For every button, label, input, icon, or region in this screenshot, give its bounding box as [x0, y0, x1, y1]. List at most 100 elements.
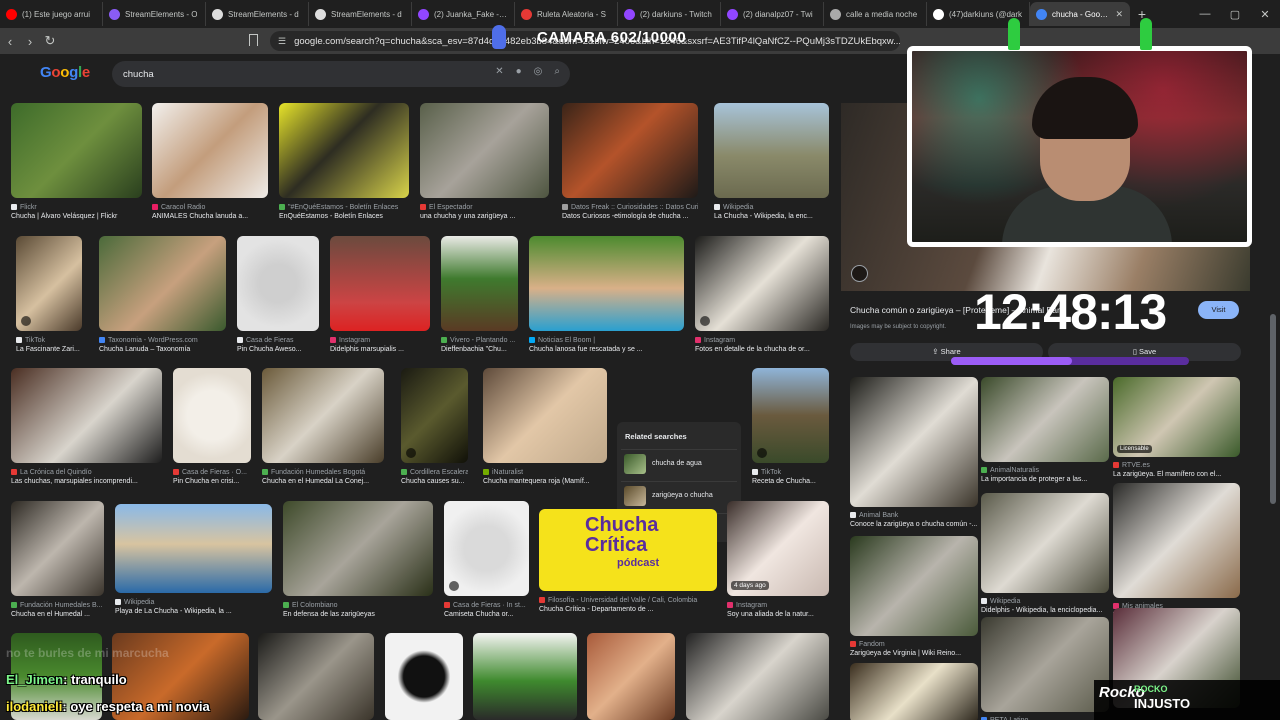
result-source[interactable]: Datos Freak :: Curiosidades :: Datos Cur… [562, 203, 698, 212]
result-title[interactable]: La importancia de proteger a las... [981, 475, 1109, 484]
image-result-caption[interactable]: Casa de Fieras · In st... Camiseta Chucha… [444, 601, 529, 619]
google-logo[interactable]: Google [40, 64, 90, 81]
image-result-caption[interactable]: Wikipedia La Chucha - Wikipedia, la enc..… [714, 203, 829, 221]
browser-tab[interactable]: StreamElements - d [206, 2, 309, 26]
result-source[interactable]: Animal Bank [850, 511, 978, 520]
related-image-thumbnail[interactable] [850, 536, 978, 636]
image-result-caption[interactable]: Fundación Humedales B... Chucha en el Hum… [11, 601, 104, 619]
image-result-caption[interactable]: Vivero - Plantando ... Dieffenbachia "Chu… [441, 336, 518, 354]
back-arrow-icon[interactable]: ‹ [0, 34, 20, 49]
result-source[interactable]: Filosofía - Universidad del Valle / Cali… [539, 596, 717, 605]
related-image-caption[interactable]: Animal Bank Conoce la zarigüeya o chucha … [850, 511, 978, 529]
image-result-thumbnail[interactable] [237, 236, 319, 331]
related-image-caption[interactable]: Fandom Zarigüeya de Virginia | Wiki Reino… [850, 640, 978, 658]
result-source[interactable]: AnimalNaturalis [981, 466, 1109, 475]
related-image-thumbnail[interactable]: Licensable [1113, 377, 1240, 457]
image-result-thumbnail[interactable] [562, 103, 698, 198]
image-result-caption[interactable]: Filosofía - Universidad del Valle / Cali… [539, 596, 717, 614]
image-result-caption[interactable]: Cordillera Escalera Chucha causes su... [401, 468, 468, 486]
result-title[interactable]: EnQuéEstamos - Boletín Enlaces [279, 212, 409, 221]
result-source[interactable]: "#EnQuéEstamos - Boletín Enlaces [279, 203, 409, 212]
result-source[interactable]: El Colombiano [283, 601, 433, 610]
related-image-caption[interactable]: PETA Latino [981, 716, 1109, 720]
result-source[interactable]: La Crónica del Quindío [11, 468, 162, 477]
result-source[interactable]: Noticias El Boom | [529, 336, 684, 345]
browser-tab[interactable]: (2) dianalpz07 - Twi [721, 2, 824, 26]
browser-tab[interactable]: calle a media noche [824, 2, 927, 26]
result-title[interactable]: Playa de La Chucha - Wikipedia, la ... [115, 607, 272, 616]
result-source[interactable]: Instagram [727, 601, 829, 610]
image-result-thumbnail[interactable] [695, 236, 829, 331]
related-image-thumbnail[interactable] [850, 377, 978, 507]
search-box[interactable]: chucha ✕ ● ◎ ⌕ [112, 61, 570, 87]
image-result-thumbnail[interactable] [115, 504, 272, 593]
result-source[interactable]: Fundación Humedales B... [11, 601, 104, 610]
image-result-caption[interactable]: Flickr Chucha | Álvaro Velásquez | Flickr [11, 203, 142, 221]
result-source[interactable]: Cordillera Escalera [401, 468, 468, 477]
image-result-caption[interactable]: Instagram Didelphis marsupialis ... [330, 336, 430, 354]
result-source[interactable]: Taxonomia - WordPress.com [99, 336, 226, 345]
lens-icon[interactable]: ◎ [534, 66, 543, 77]
related-image-caption[interactable]: AnimalNaturalis La importancia de protege… [981, 466, 1109, 484]
image-result-thumbnail[interactable] [752, 368, 829, 463]
result-title[interactable]: La Fascinante Zari... [16, 345, 82, 354]
image-result-caption[interactable]: Taxonomia - WordPress.com Chucha Lanuda –… [99, 336, 226, 354]
result-source[interactable]: TikTok [16, 336, 82, 345]
image-result-thumbnail[interactable] [11, 368, 162, 463]
image-result-thumbnail[interactable] [401, 368, 468, 463]
search-query[interactable]: chucha [123, 69, 154, 80]
result-title[interactable]: Fotos en detalle de la chucha de or... [695, 345, 829, 354]
microphone-icon[interactable]: ● [516, 66, 522, 77]
image-result-caption[interactable]: El Colombiano En defensa de las zarigüeya… [283, 601, 433, 619]
result-title[interactable]: Datos Curiosos -etimología de chucha ... [562, 212, 698, 221]
result-source[interactable]: Fundación Humedales Bogotá [262, 468, 384, 477]
result-title[interactable]: Las chuchas, marsupiales incomprendi... [11, 477, 162, 486]
result-source[interactable]: Instagram [330, 336, 430, 345]
image-result-caption[interactable]: Casa de Fieras Pin Chucha Aweso... [237, 336, 319, 354]
image-result-thumbnail[interactable] [173, 368, 251, 463]
result-source[interactable]: Flickr [11, 203, 142, 212]
image-result-caption[interactable]: TikTok Receta de Chucha... [752, 468, 829, 486]
image-result-thumbnail[interactable] [262, 368, 384, 463]
result-source[interactable]: Casa de Fieras · In st... [444, 601, 529, 610]
image-result-caption[interactable]: iNaturalist Chucha mantequera roja (Mamíf… [483, 468, 607, 486]
browser-tab[interactable]: (1) Este juego arrui [0, 2, 103, 26]
result-title[interactable]: Chucha causes su... [401, 477, 468, 486]
image-result-thumbnail[interactable] [99, 236, 226, 331]
related-image-thumbnail[interactable] [981, 493, 1109, 593]
forward-arrow-icon[interactable]: › [20, 34, 40, 49]
image-result-thumbnail[interactable] [11, 103, 142, 198]
image-result-thumbnail[interactable] [529, 236, 684, 331]
image-result-thumbnail[interactable] [420, 103, 549, 198]
image-result-thumbnail[interactable] [283, 501, 433, 596]
image-result-caption[interactable]: Wikipedia Playa de La Chucha - Wikipedia,… [115, 598, 272, 616]
page-scrollbar[interactable] [1270, 314, 1276, 504]
image-result-thumbnail[interactable] [385, 633, 463, 720]
result-title[interactable]: Soy una aliada de la natur... [727, 610, 829, 619]
image-result-caption[interactable]: La Crónica del Quindío Las chuchas, marsu… [11, 468, 162, 486]
result-title[interactable]: Chucha lanosa fue rescatada y se ... [529, 345, 684, 354]
result-title[interactable]: Chucha Crítica - Departamento de ... [539, 605, 717, 614]
image-result-caption[interactable]: Caracol Radio ANIMALES Chucha lanuda a... [152, 203, 268, 221]
close-window-button[interactable]: ✕ [1250, 8, 1280, 21]
image-result-thumbnail[interactable] [686, 633, 829, 720]
related-image-thumbnail[interactable] [850, 663, 978, 720]
related-search-item[interactable]: chucha de agua [621, 449, 737, 477]
minimize-button[interactable]: — [1190, 8, 1220, 21]
result-title[interactable]: La Chucha - Wikipedia, la enc... [714, 212, 829, 221]
related-image-thumbnail[interactable] [981, 377, 1109, 462]
result-source[interactable]: Fandom [850, 640, 978, 649]
result-title[interactable]: Chucha en el Humedal ... [11, 610, 104, 619]
close-tab-icon[interactable]: ✕ [1115, 9, 1123, 20]
clear-search-icon[interactable]: ✕ [495, 66, 503, 77]
result-title[interactable]: Chucha mantequera roja (Mamíf... [483, 477, 607, 486]
search-icon[interactable]: ⌕ [554, 66, 560, 77]
result-title[interactable]: Didelphis - Wikipedia, la enciclopedia..… [981, 606, 1109, 615]
image-result-thumbnail[interactable] [258, 633, 374, 720]
image-result-thumbnail[interactable] [587, 633, 675, 720]
related-image-thumbnail[interactable] [981, 617, 1109, 712]
image-result-caption[interactable]: Datos Freak :: Curiosidades :: Datos Cur… [562, 203, 698, 221]
reload-icon[interactable]: ↻ [40, 33, 60, 49]
result-title[interactable]: Camiseta Chucha or... [444, 610, 529, 619]
result-source[interactable]: Casa de Fieras [237, 336, 319, 345]
